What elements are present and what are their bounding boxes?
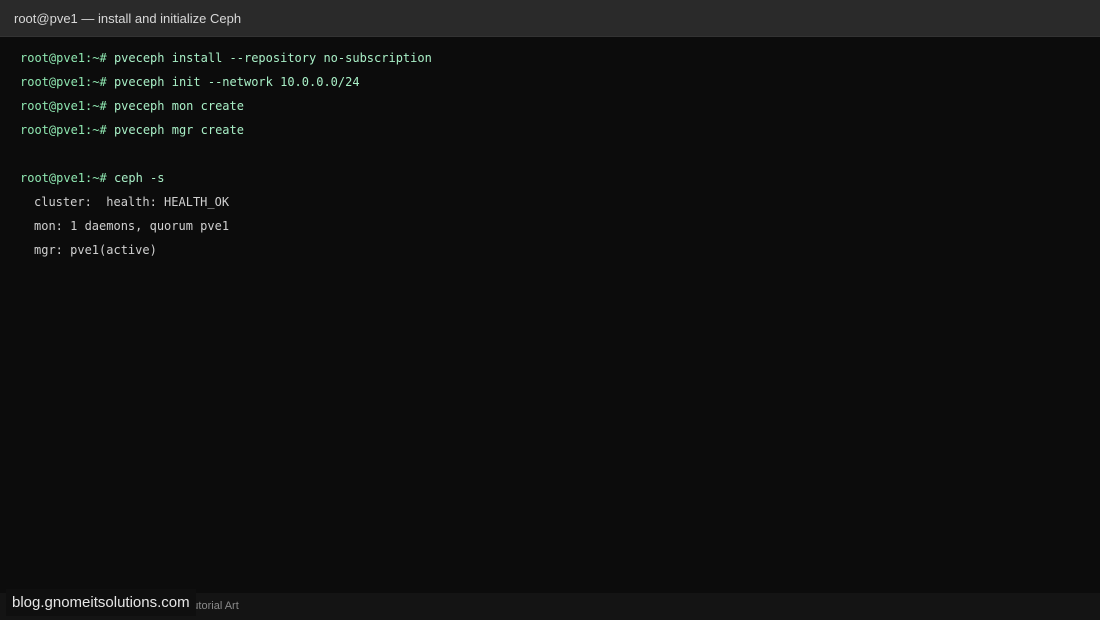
site-watermark: blog.gnomeitsolutions.com (6, 589, 196, 616)
terminal-line: root@pve1:~# pveceph mgr create (20, 122, 244, 138)
terminal-window: root@pve1 — install and initialize Ceph … (0, 0, 1100, 620)
terminal-line: root@pve1:~# pveceph mon create (20, 98, 244, 114)
terminal-line: root@pve1:~# ceph -s (20, 170, 165, 186)
command-text: ceph -s (113, 171, 165, 185)
command-output-line: mgr: pve1(active) (34, 243, 157, 257)
shell-prompt: root@pve1:~# (20, 99, 107, 113)
title-bar[interactable]: root@pve1 — install and initialize Ceph (0, 0, 1100, 37)
terminal-line: root@pve1:~# pveceph init --network 10.0… (20, 74, 360, 90)
command-text: pveceph init --network 10.0.0.0/24 (113, 75, 360, 89)
command-text: pveceph mgr create (113, 123, 244, 137)
terminal-line: root@pve1:~# pveceph install --repositor… (20, 50, 432, 66)
command-text: pveceph mon create (113, 99, 244, 113)
shell-prompt: root@pve1:~# (20, 51, 107, 65)
terminal-output-area[interactable]: root@pve1:~# pveceph install --repositor… (0, 37, 1100, 593)
shell-prompt: root@pve1:~# (20, 171, 107, 185)
shell-prompt: root@pve1:~# (20, 123, 107, 137)
command-output-line: cluster: health: HEALTH_OK (34, 195, 230, 209)
command-text: pveceph install --repository no-subscrip… (113, 51, 432, 65)
window-title: root@pve1 — install and initialize Ceph (14, 11, 242, 26)
shell-prompt: root@pve1:~# (20, 75, 107, 89)
command-output-line: mon: 1 daemons, quorum pve1 (34, 219, 230, 233)
